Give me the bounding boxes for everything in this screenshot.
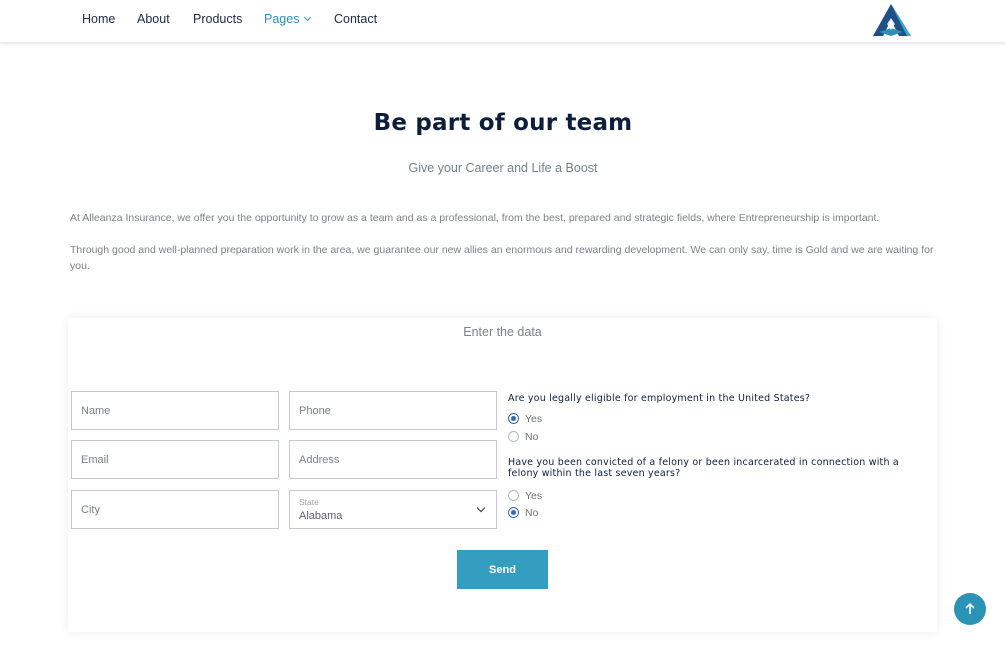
chevron-down-icon	[476, 503, 486, 513]
state-select-label: State	[299, 497, 319, 507]
phone-field[interactable]	[289, 391, 497, 430]
state-select[interactable]: State Alabama	[289, 490, 497, 529]
nav-pages-link[interactable]: Pages	[264, 12, 312, 26]
alleanza-logo-icon[interactable]	[869, 2, 915, 38]
page-subtitle: Give your Career and Life a Boost	[408, 161, 598, 175]
radio-label: No	[525, 506, 539, 519]
nav-products-link[interactable]: Products	[193, 12, 242, 26]
nav-about-link[interactable]: About	[137, 12, 170, 26]
scroll-to-top-button[interactable]	[954, 593, 986, 625]
radio-label: Yes	[525, 412, 543, 425]
radio-label: No	[525, 430, 539, 443]
nav-contact-link[interactable]: Contact	[334, 12, 377, 26]
eligibility-question: Are you legally eligible for employment …	[508, 393, 811, 404]
name-field[interactable]	[71, 391, 279, 430]
radio-label: Yes	[525, 489, 543, 502]
intro-paragraph: At Alleanza Insurance, we offer you the …	[70, 212, 880, 224]
eligibility-no-radio[interactable]: No	[508, 430, 538, 443]
send-button[interactable]: Send	[457, 550, 548, 589]
nav-home-link[interactable]: Home	[82, 12, 115, 26]
eligibility-yes-radio[interactable]: Yes	[508, 412, 542, 425]
radio-checked-icon	[508, 507, 519, 518]
nav-pages-label: Pages	[264, 12, 300, 26]
chevron-down-icon	[304, 13, 312, 22]
felony-question: Have you been convicted of a felony or b…	[508, 457, 899, 479]
top-navbar: Home About Products Pages Contact	[0, 0, 1006, 43]
radio-checked-icon	[508, 413, 519, 424]
address-field[interactable]	[289, 440, 497, 479]
radio-unchecked-icon	[508, 490, 519, 501]
felony-yes-radio[interactable]: Yes	[508, 489, 542, 502]
city-field[interactable]	[71, 490, 279, 529]
radio-unchecked-icon	[508, 431, 519, 442]
state-select-value: Alabama	[299, 510, 343, 522]
email-field[interactable]	[71, 440, 279, 479]
intro-paragraph-2: Through good and well-planned preparatio…	[70, 244, 934, 272]
arrow-up-icon	[965, 602, 975, 614]
page-title: Be part of our team	[373, 110, 633, 136]
felony-no-radio[interactable]: No	[508, 506, 538, 519]
application-form-card: Enter the data State Alabama Are you leg…	[68, 318, 937, 632]
form-title: Enter the data	[463, 325, 542, 339]
